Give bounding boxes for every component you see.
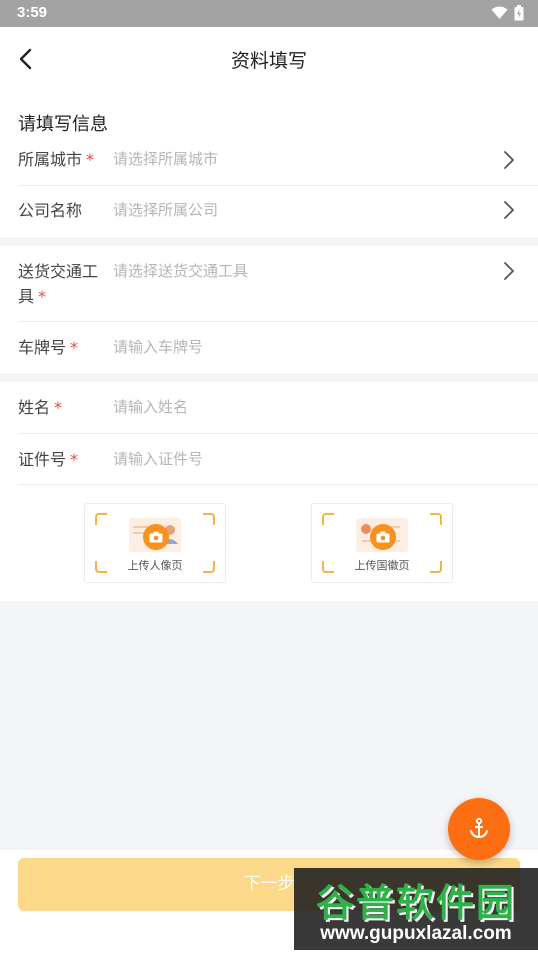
upload-emblem-label: 上传国徽页: [354, 559, 410, 572]
id-number-placeholder: 请输入证件号: [113, 450, 204, 468]
name-placeholder: 请输入姓名: [113, 398, 189, 416]
camera-icon: [370, 524, 396, 550]
required-mark: *: [86, 150, 95, 169]
camera-icon: [143, 524, 169, 550]
watermark-url: www.gupuxlazal.com: [320, 923, 512, 944]
status-time: 3:59: [17, 4, 48, 21]
name-label: 姓名 *: [18, 398, 63, 417]
company-select[interactable]: 公司名称 请选择所属公司: [18, 186, 538, 236]
id-number-input[interactable]: 证件号 * 请输入证件号: [18, 434, 538, 485]
plate-label: 车牌号 *: [18, 338, 79, 357]
page-title: 资料填写: [230, 50, 307, 72]
city-label: 所属城市 *: [18, 150, 95, 169]
required-mark: *: [54, 398, 63, 417]
required-mark: *: [38, 287, 47, 306]
wifi-icon: [491, 6, 508, 19]
required-mark: *: [70, 450, 79, 469]
chevron-right-icon: [504, 201, 514, 219]
anchor-icon: [470, 817, 488, 839]
upload-emblem-card[interactable]: 上传国徽页: [311, 503, 453, 583]
plate-input[interactable]: 车牌号 * 请输入车牌号: [18, 322, 538, 372]
vehicle-placeholder: 请选择送货交通工具: [113, 262, 249, 280]
status-bar: 3:59: [0, 0, 538, 27]
floating-action-button[interactable]: [448, 798, 510, 860]
watermark: 谷普软件园 www.gupuxlazal.com: [294, 868, 538, 950]
required-mark: *: [70, 338, 79, 357]
nav-bar: 资料填写: [0, 27, 538, 91]
name-input[interactable]: 姓名 * 请输入姓名: [18, 382, 538, 434]
chevron-right-icon: [504, 151, 514, 169]
plate-placeholder: 请输入车牌号: [113, 338, 204, 356]
city-placeholder: 请选择所属城市: [113, 150, 219, 168]
company-placeholder: 请选择所属公司: [113, 201, 219, 219]
upload-portrait-label: 上传人像页: [127, 559, 183, 572]
company-label: 公司名称: [18, 201, 83, 220]
section-title: 请填写信息: [18, 114, 108, 135]
city-select[interactable]: 所属城市 * 请选择所属城市: [18, 141, 538, 186]
upload-portrait-card[interactable]: 上传人像页: [84, 503, 226, 583]
status-icons: [491, 5, 524, 21]
battery-icon: [514, 5, 524, 21]
vehicle-label: 送货交通工 具 *: [18, 262, 99, 306]
id-number-label: 证件号 *: [18, 450, 79, 469]
chevron-right-icon: [504, 262, 514, 280]
vehicle-select[interactable]: 送货交通工 具 * 请选择送货交通工具: [18, 246, 538, 322]
watermark-text: 谷普软件园: [315, 881, 516, 925]
